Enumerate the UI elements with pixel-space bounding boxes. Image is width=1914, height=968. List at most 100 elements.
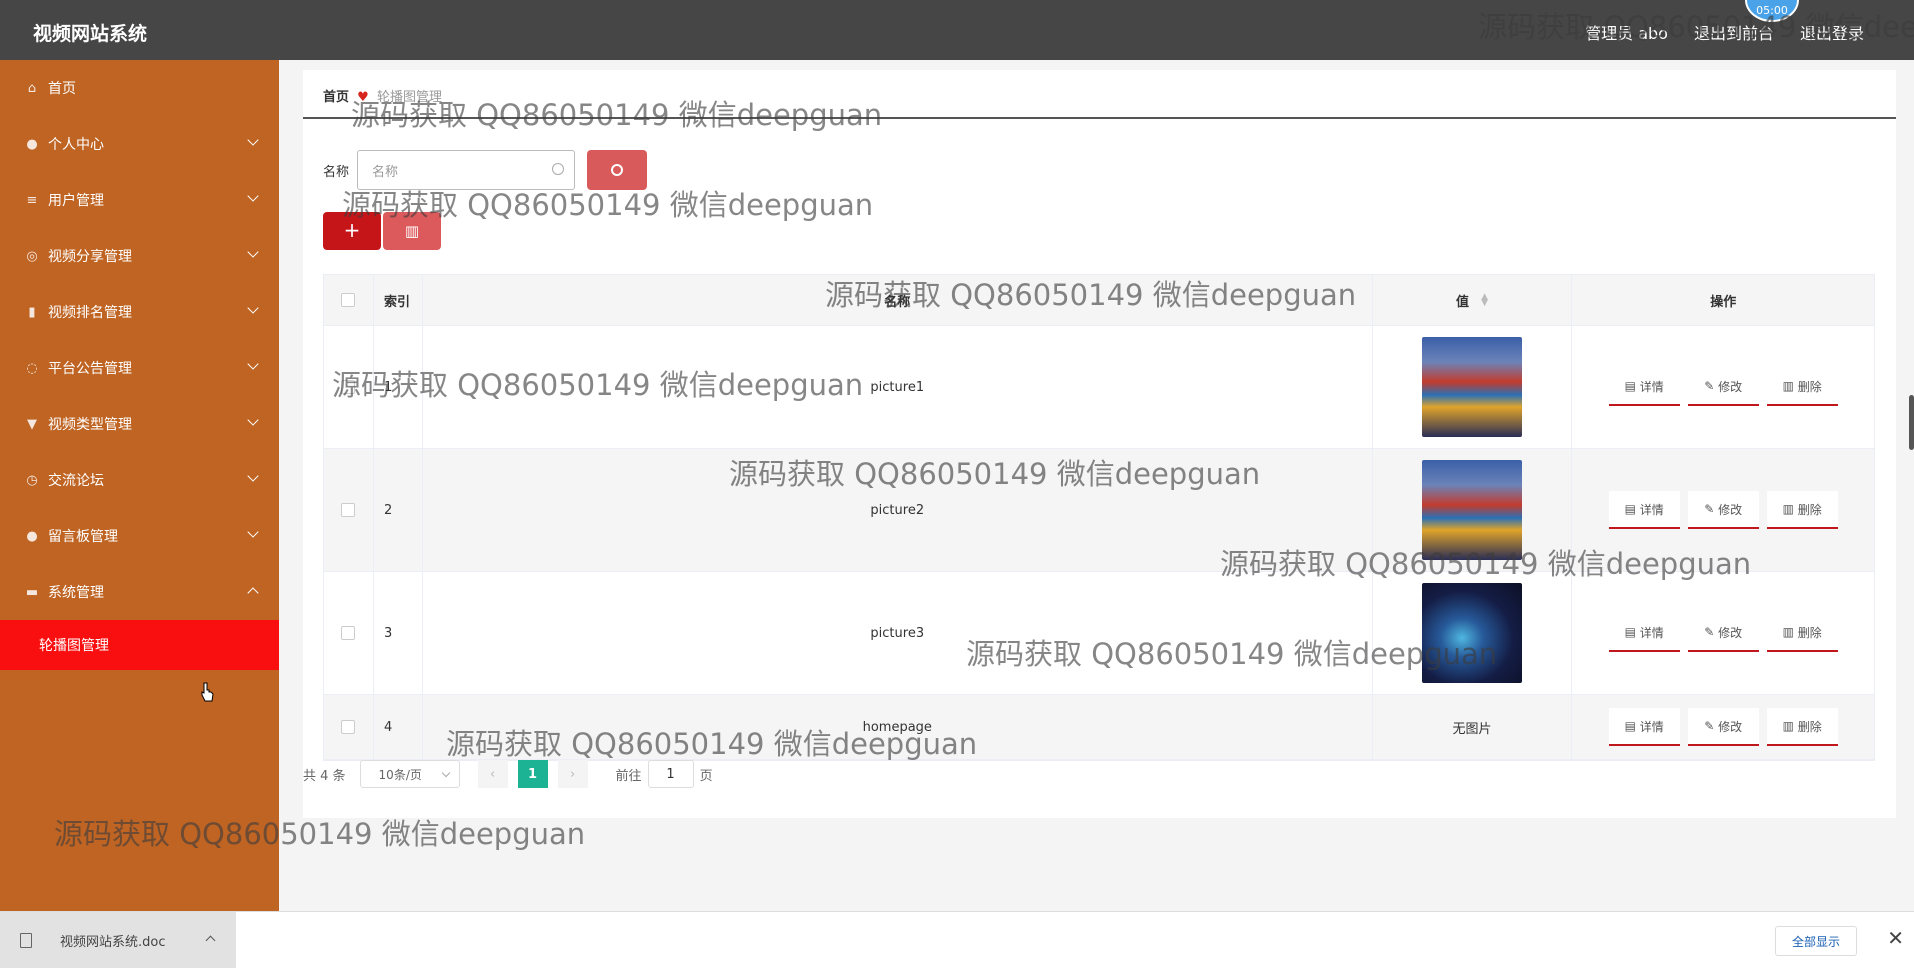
show-all-button[interactable]: 全部显示 <box>1774 926 1857 956</box>
breadcrumb-home[interactable]: 首页 <box>323 90 349 105</box>
table-row: 2 picture2 ▤ 详情 ✎ 修改 ▥ 删除 <box>324 449 1874 572</box>
folder-icon: ▬ <box>25 584 39 600</box>
heart-icon: ♥ <box>357 90 369 105</box>
search-input[interactable]: 名称 <box>357 150 576 190</box>
search-placeholder: 名称 <box>372 164 399 180</box>
next-page-button[interactable]: › <box>557 760 588 788</box>
mouse-cursor-icon <box>201 682 214 702</box>
detail-button[interactable]: ▤ 详情 <box>1608 368 1680 406</box>
detail-button[interactable]: ▤ 详情 <box>1608 708 1680 746</box>
delete-label: 删除 <box>1797 625 1822 640</box>
table-header: 索引 名称 值 ▲ ▼ 操作 <box>324 275 1874 326</box>
sidebar-item-message-board[interactable]: ● 留言板管理 <box>0 508 279 564</box>
carousel-table: 索引 名称 值 ▲▼ 操作 1 picture1 ▤ 详情 ✎ 修改 ▥ 删除 <box>323 274 1875 761</box>
pencil-icon: ✎ <box>1704 379 1719 393</box>
delete-button[interactable]: ▥ 删除 <box>1766 491 1838 529</box>
chevron-down-icon <box>247 526 259 538</box>
row-checkbox[interactable] <box>341 380 356 394</box>
row-image[interactable] <box>1422 460 1523 560</box>
app-title: 视频网站系统 <box>33 23 148 45</box>
row-checkbox[interactable] <box>341 626 356 640</box>
sidebar-item-video-type[interactable]: ▼ 视频类型管理 <box>0 396 279 452</box>
delete-button[interactable]: ▥ 删除 <box>1766 614 1838 652</box>
scrollbar-handle[interactable] <box>1909 395 1914 450</box>
sidebar-item-forum[interactable]: ◷ 交流论坛 <box>0 452 279 508</box>
bar-chart-icon: ▮ <box>28 304 36 320</box>
row-index: 4 <box>374 695 423 759</box>
header-index: 索引 <box>374 275 423 325</box>
table-row: 1 picture1 ▤ 详情 ✎ 修改 ▥ 删除 <box>324 326 1874 449</box>
row-name: picture2 <box>423 449 1373 571</box>
detail-label: 详情 <box>1639 502 1664 517</box>
row-checkbox[interactable] <box>341 720 356 734</box>
page-size-select[interactable]: 10条/页 <box>359 760 460 788</box>
edit-label: 修改 <box>1718 379 1743 394</box>
sidebar-item-video-ranking[interactable]: ▮ 视频排名管理 <box>0 284 279 340</box>
row-image[interactable] <box>1422 337 1523 437</box>
chevron-up-icon[interactable] <box>205 935 216 946</box>
trash-icon: ▥ <box>1782 502 1798 516</box>
detail-label: 详情 <box>1639 625 1664 640</box>
avatar[interactable]: 05:00 <box>1745 0 1799 22</box>
pagination-total: 共 4 条 <box>303 768 346 784</box>
select-all-checkbox[interactable] <box>341 293 356 307</box>
detail-button[interactable]: ▤ 详情 <box>1608 614 1680 652</box>
delete-label: 删除 <box>1797 379 1822 394</box>
sidebar-item-label: 系统管理 <box>48 585 104 601</box>
edit-label: 修改 <box>1718 719 1743 734</box>
sidebar-item-announcement[interactable]: ◌ 平台公告管理 <box>0 340 279 396</box>
edit-button[interactable]: ✎ 修改 <box>1687 491 1759 529</box>
breadcrumb: 首页 ♥ 轮播图管理 <box>303 70 1896 119</box>
sidebar-item-system[interactable]: ▬ 系统管理 <box>0 564 279 620</box>
clock-icon: ◷ <box>26 472 38 488</box>
chevron-up-icon <box>247 587 259 599</box>
close-icon[interactable]: ✕ <box>1887 926 1904 950</box>
logout-link[interactable]: 退出登录 <box>1800 20 1864 44</box>
sidebar-item-user-management[interactable]: ≡ 用户管理 <box>0 172 279 228</box>
sidebar-item-personal-center[interactable]: ● 个人中心 <box>0 116 279 172</box>
header-name: 名称 <box>423 275 1373 325</box>
batch-delete-button[interactable]: ▥ <box>383 212 441 250</box>
sidebar-item-label: 视频分享管理 <box>48 249 132 265</box>
download-item[interactable]: 视频网站系统.doc <box>0 912 236 968</box>
edit-button[interactable]: ✎ 修改 <box>1687 708 1759 746</box>
prev-page-button[interactable]: ‹ <box>477 760 508 788</box>
sort-icon[interactable]: ▲ ▼ <box>1475 293 1488 308</box>
row-name: homepage <box>423 695 1373 759</box>
document-icon: ▤ <box>1624 719 1640 733</box>
sidebar-subitem-carousel[interactable]: 轮播图管理 <box>0 620 279 670</box>
sidebar-item-label: 留言板管理 <box>48 529 118 545</box>
edit-button[interactable]: ✎ 修改 <box>1687 614 1759 652</box>
sidebar-item-label: 用户管理 <box>48 193 104 209</box>
chevron-down-icon <box>247 246 259 258</box>
search-button[interactable] <box>587 150 648 190</box>
delete-button[interactable]: ▥ 删除 <box>1766 708 1838 746</box>
detail-button[interactable]: ▤ 详情 <box>1608 491 1680 529</box>
delete-button[interactable]: ▥ 删除 <box>1766 368 1838 406</box>
back-to-frontend-link[interactable]: 退出到前台 <box>1694 20 1774 44</box>
sidebar-item-home[interactable]: ⌂ 首页 <box>0 60 279 116</box>
row-image[interactable] <box>1422 583 1523 683</box>
compass-icon: ◎ <box>26 248 38 264</box>
pencil-icon: ✎ <box>1704 502 1719 516</box>
edit-label: 修改 <box>1718 625 1743 640</box>
chevron-down-icon <box>247 358 259 370</box>
goto-page-input[interactable]: 1 <box>647 760 694 788</box>
row-value-text: 无图片 <box>1373 695 1573 759</box>
add-button[interactable]: + <box>323 212 381 250</box>
row-name: picture1 <box>423 326 1373 448</box>
pagination: 共 4 条 10条/页 ‹ 1 › 前往 1 页 <box>303 760 713 788</box>
edit-button[interactable]: ✎ 修改 <box>1687 368 1759 406</box>
trash-icon: ▥ <box>1782 625 1798 639</box>
row-checkbox[interactable] <box>341 503 356 517</box>
admin-user-link[interactable]: 管理员 abo <box>1585 20 1668 44</box>
page-number-button[interactable]: 1 <box>517 760 548 788</box>
pencil-icon: ✎ <box>1704 719 1719 733</box>
header-value[interactable]: 值 ▲ ▼ <box>1373 275 1573 325</box>
search-row: 名称 名称 <box>323 150 648 190</box>
action-row: + ▥ <box>323 212 441 250</box>
row-index: 3 <box>374 572 423 694</box>
search-label: 名称 <box>323 164 350 180</box>
sidebar-item-video-share[interactable]: ◎ 视频分享管理 <box>0 228 279 284</box>
chevron-down-icon <box>247 190 259 202</box>
